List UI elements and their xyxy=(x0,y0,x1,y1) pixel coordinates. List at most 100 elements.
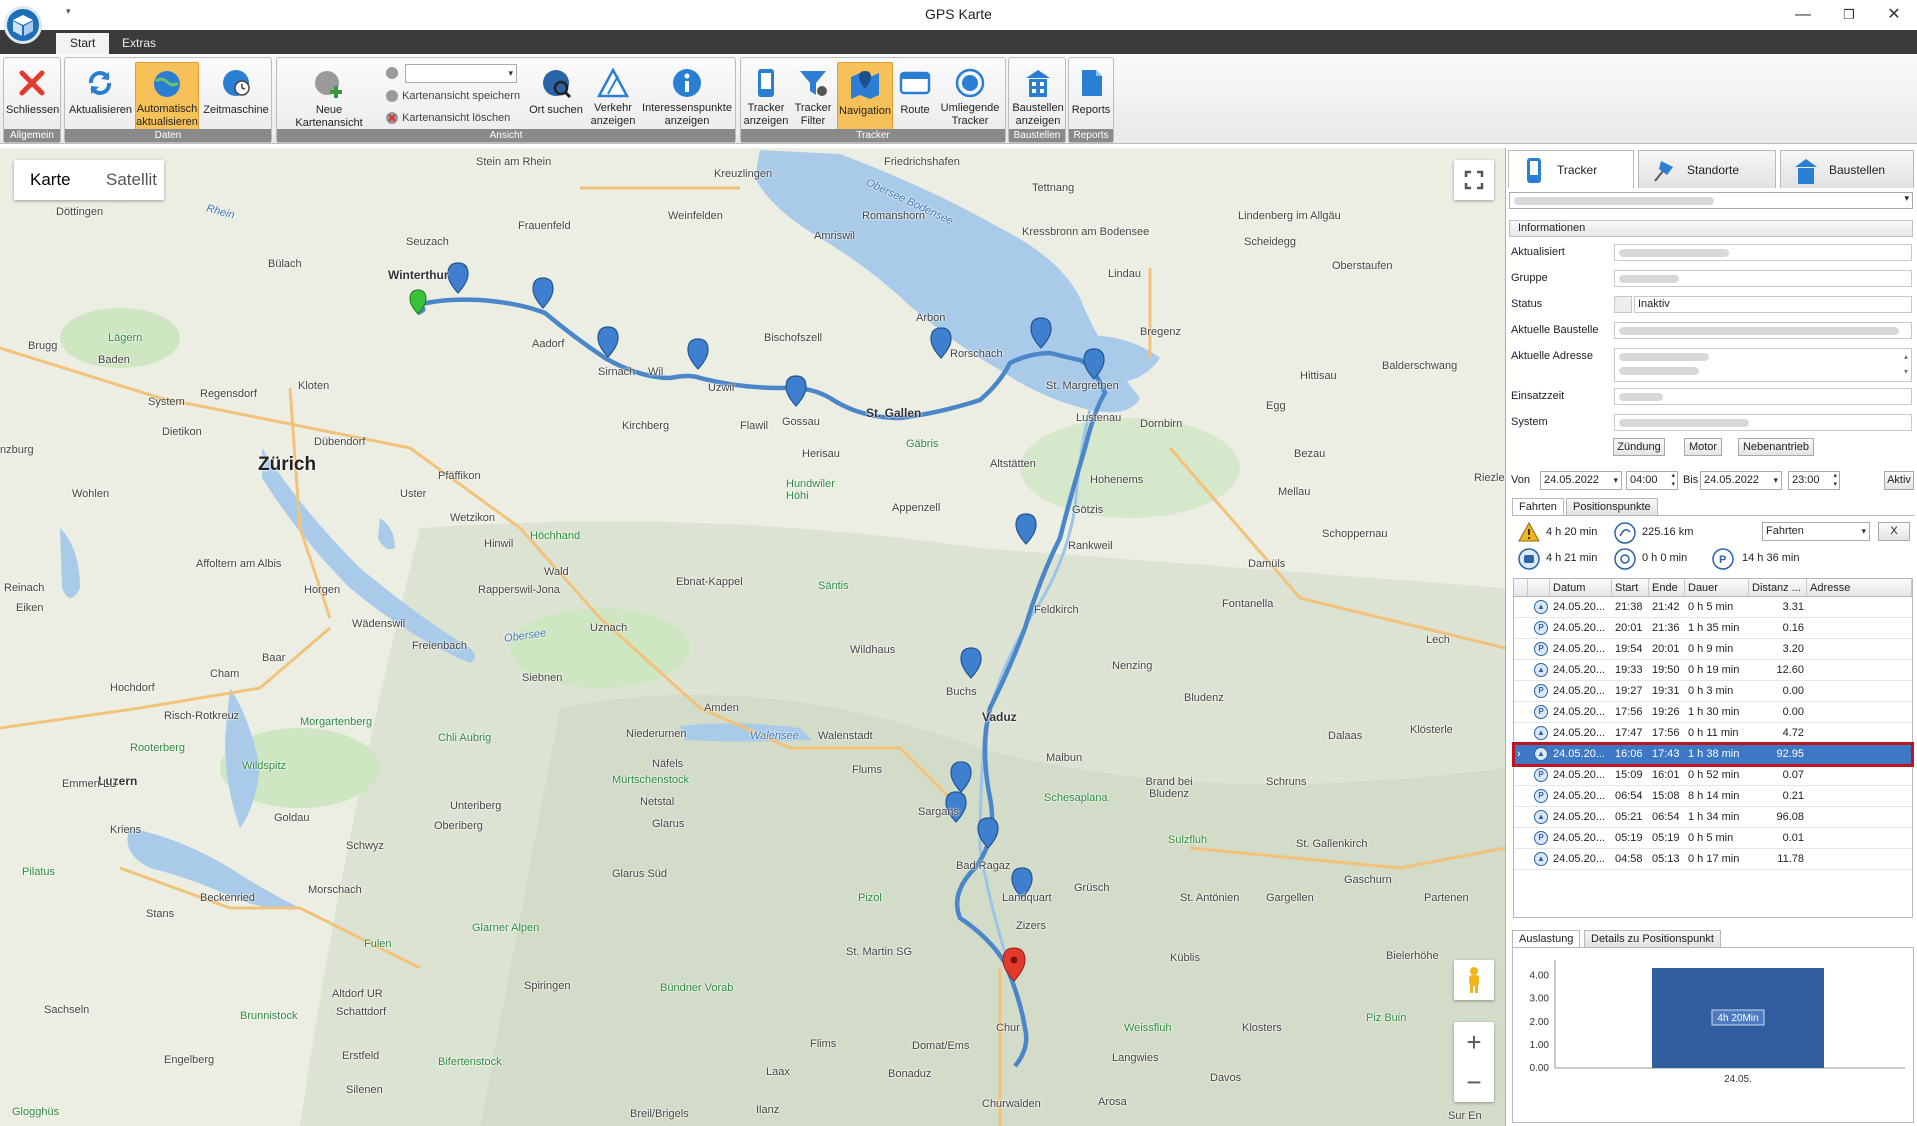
table-cell-date: 24.05.20... xyxy=(1553,664,1605,676)
nebenantrieb-button[interactable]: Nebenantrieb xyxy=(1738,438,1814,456)
table-cell-dist: 11.78 xyxy=(1777,853,1804,865)
clear-filter-button[interactable]: X xyxy=(1878,522,1910,541)
table-row[interactable]: ▲ 24.05.20... 19:33 19:50 0 h 19 min 12.60 xyxy=(1514,660,1912,681)
motor-button[interactable]: Motor xyxy=(1684,438,1722,456)
adresse-field[interactable]: ▴ ▾ xyxy=(1614,348,1912,382)
table-row[interactable]: ▲ 24.05.20... 17:47 17:56 0 h 11 min 4.72 xyxy=(1514,723,1912,744)
reports-button[interactable]: Reports xyxy=(1070,62,1112,136)
trip-type-select[interactable]: Fahrten xyxy=(1762,522,1870,541)
system-field[interactable] xyxy=(1614,414,1912,431)
subtab-auslastung[interactable]: Auslastung xyxy=(1512,930,1581,947)
navigation-button[interactable]: Navigation xyxy=(837,62,893,136)
zeitmaschine-label: Zeitmaschine xyxy=(203,104,269,116)
table-header-adresse[interactable]: Adresse xyxy=(1807,579,1912,597)
zoom-in-button[interactable]: + xyxy=(1454,1022,1494,1062)
gruppe-field[interactable] xyxy=(1614,270,1912,287)
tracker-anzeigen-button[interactable]: Tracker anzeigen xyxy=(743,62,789,136)
map-mode-satellit[interactable]: Satellit xyxy=(106,170,157,190)
kartenansicht-speichern-button[interactable]: Kartenansicht speichern xyxy=(385,86,520,106)
tab-standorte[interactable]: Standorte xyxy=(1638,150,1776,188)
table-header-ende[interactable]: Ende xyxy=(1649,579,1685,597)
bis-time[interactable]: 23:00 xyxy=(1788,471,1840,490)
minimize-button[interactable]: — xyxy=(1780,0,1826,30)
table-row[interactable]: P 24.05.20... 20:01 21:36 1 h 35 min 0.16 xyxy=(1514,618,1912,639)
table-row[interactable]: P 24.05.20... 19:27 19:31 0 h 3 min 0.00 xyxy=(1514,681,1912,702)
tab-tracker[interactable]: Tracker xyxy=(1508,150,1634,188)
table-row[interactable]: ▲ 24.05.20... 21:38 21:42 0 h 5 min 3.31 xyxy=(1514,597,1912,618)
table-cell-date: 24.05.20... xyxy=(1553,706,1605,718)
table-header-start[interactable]: Start xyxy=(1612,579,1649,597)
tracker-filter-button[interactable]: Tracker Filter xyxy=(791,62,835,136)
kartenansicht-loeschen-button[interactable]: Kartenansicht löschen xyxy=(385,108,510,128)
von-time[interactable]: 04:00 xyxy=(1626,471,1678,490)
x-tick-label: 24.05. xyxy=(1724,1074,1752,1085)
map-label: Walensee xyxy=(750,730,799,742)
baustellen-anzeigen-button[interactable]: Baustellen anzeigen xyxy=(1011,62,1065,136)
map-mode-karte[interactable]: Karte xyxy=(30,170,71,190)
aktualisieren-button[interactable]: Aktualisieren xyxy=(69,62,132,136)
einsatzzeit-field[interactable] xyxy=(1614,388,1912,405)
baustelle-field[interactable] xyxy=(1614,322,1912,339)
table-header-dauer[interactable]: Dauer xyxy=(1685,579,1749,597)
table-row[interactable]: ▲ 24.05.20... 04:58 05:13 0 h 17 min 11.78 xyxy=(1514,849,1912,870)
tab-baustellen[interactable]: Baustellen xyxy=(1780,150,1914,188)
table-row[interactable]: P 24.05.20... 17:56 19:26 1 h 30 min 0.00 xyxy=(1514,702,1912,723)
verkehr-anzeigen-button[interactable]: Verkehr anzeigen xyxy=(587,62,639,136)
route-button[interactable]: Route xyxy=(895,62,935,136)
umliegende-tracker-button[interactable]: Umliegende Tracker xyxy=(937,62,1003,136)
table-row[interactable]: P 24.05.20... 15:09 16:01 0 h 52 min 0.07 xyxy=(1514,765,1912,786)
table-header-distanz[interactable]: Distanz ... xyxy=(1749,579,1807,597)
table-header-datum[interactable]: Datum xyxy=(1550,579,1612,597)
view-select[interactable] xyxy=(405,64,517,83)
quick-access-dropdown[interactable]: ▾ xyxy=(66,6,71,17)
table-row[interactable]: P 24.05.20... 19:54 20:01 0 h 9 min 3.20 xyxy=(1514,639,1912,660)
status-field[interactable]: Inaktiv xyxy=(1634,296,1912,313)
table-cell-dist: 92.95 xyxy=(1776,748,1804,760)
parking-icon: P xyxy=(1534,831,1548,845)
bis-date[interactable]: 24.05.2022 xyxy=(1700,471,1782,490)
fullscreen-button[interactable] xyxy=(1454,160,1494,200)
maximize-button[interactable]: ❐ xyxy=(1826,0,1872,30)
automatisch-aktualisieren-button[interactable]: Automatisch aktualisieren xyxy=(135,62,199,136)
street-view-button[interactable] xyxy=(1454,960,1494,1000)
map-label: Arosa xyxy=(1098,1096,1127,1108)
subtab-positionspunkte[interactable]: Positionspunkte xyxy=(1566,498,1658,515)
table-row[interactable]: P 24.05.20... 05:19 05:19 0 h 5 min 0.01 xyxy=(1514,828,1912,849)
map-label: Cham xyxy=(210,668,240,680)
info-header: Informationen xyxy=(1509,220,1913,237)
interessenspunkte-button[interactable]: Interessenspunkte anzeigen xyxy=(641,62,733,136)
table-cell-dur: 0 h 5 min xyxy=(1688,832,1734,844)
table-cell-end: 05:19 xyxy=(1652,832,1680,844)
neue-kartenansicht-button[interactable]: Neue Kartenansicht xyxy=(281,62,377,136)
map-label: St. Margrethen xyxy=(1046,380,1119,392)
route-label: Route xyxy=(900,104,930,116)
zoom-out-button[interactable]: − xyxy=(1454,1062,1494,1102)
map-label: Zürich xyxy=(258,454,317,475)
subtab-fahrten[interactable]: Fahrten xyxy=(1512,498,1564,515)
subtab-details-positionspunkt[interactable]: Details zu Positionspunkt xyxy=(1584,930,1721,947)
table-row[interactable]: P 24.05.20... 06:54 15:08 8 h 14 min 0.21 xyxy=(1514,786,1912,807)
map-view[interactable]: Stein am Rhein Friedrichshafen Kreuzling… xyxy=(0,148,1505,1126)
close-window-button[interactable]: ✕ xyxy=(1871,0,1917,30)
table-cell-date: 24.05.20... xyxy=(1553,832,1605,844)
map-label: Altstätten xyxy=(990,458,1036,470)
map-label: Erstfeld xyxy=(342,1050,380,1062)
tab-start[interactable]: Start xyxy=(56,33,110,54)
aktualisiert-field[interactable] xyxy=(1614,244,1912,261)
table-cell-dur: 0 h 5 min xyxy=(1688,601,1734,613)
map-label: Bielerhöhe xyxy=(1386,950,1439,962)
tracker-select[interactable]: ▾ xyxy=(1509,192,1913,209)
schliessen-button[interactable]: Schliessen xyxy=(6,62,59,136)
map-label: Lindau xyxy=(1108,268,1142,280)
ribbon: Schliessen Allgemein Aktualisieren Autom… xyxy=(0,54,1917,144)
ort-suchen-button[interactable]: Ort suchen xyxy=(527,62,585,136)
zuendung-button[interactable]: Zündung xyxy=(1613,438,1665,456)
table-row[interactable]: ▲ 24.05.20... 05:21 06:54 1 h 34 min 96.08 xyxy=(1514,807,1912,828)
tab-extras[interactable]: Extras xyxy=(108,33,170,54)
table-row[interactable]: › ▲ 24.05.20... 16:06 17:43 1 h 38 min 92.95 xyxy=(1512,742,1914,767)
von-date[interactable]: 24.05.2022 xyxy=(1540,471,1622,490)
app-logo[interactable] xyxy=(4,6,42,44)
aktiv-button[interactable]: Aktiv xyxy=(1884,471,1914,490)
map-label: Klösterle xyxy=(1410,724,1453,736)
zeitmaschine-button[interactable]: Zeitmaschine xyxy=(203,62,269,136)
